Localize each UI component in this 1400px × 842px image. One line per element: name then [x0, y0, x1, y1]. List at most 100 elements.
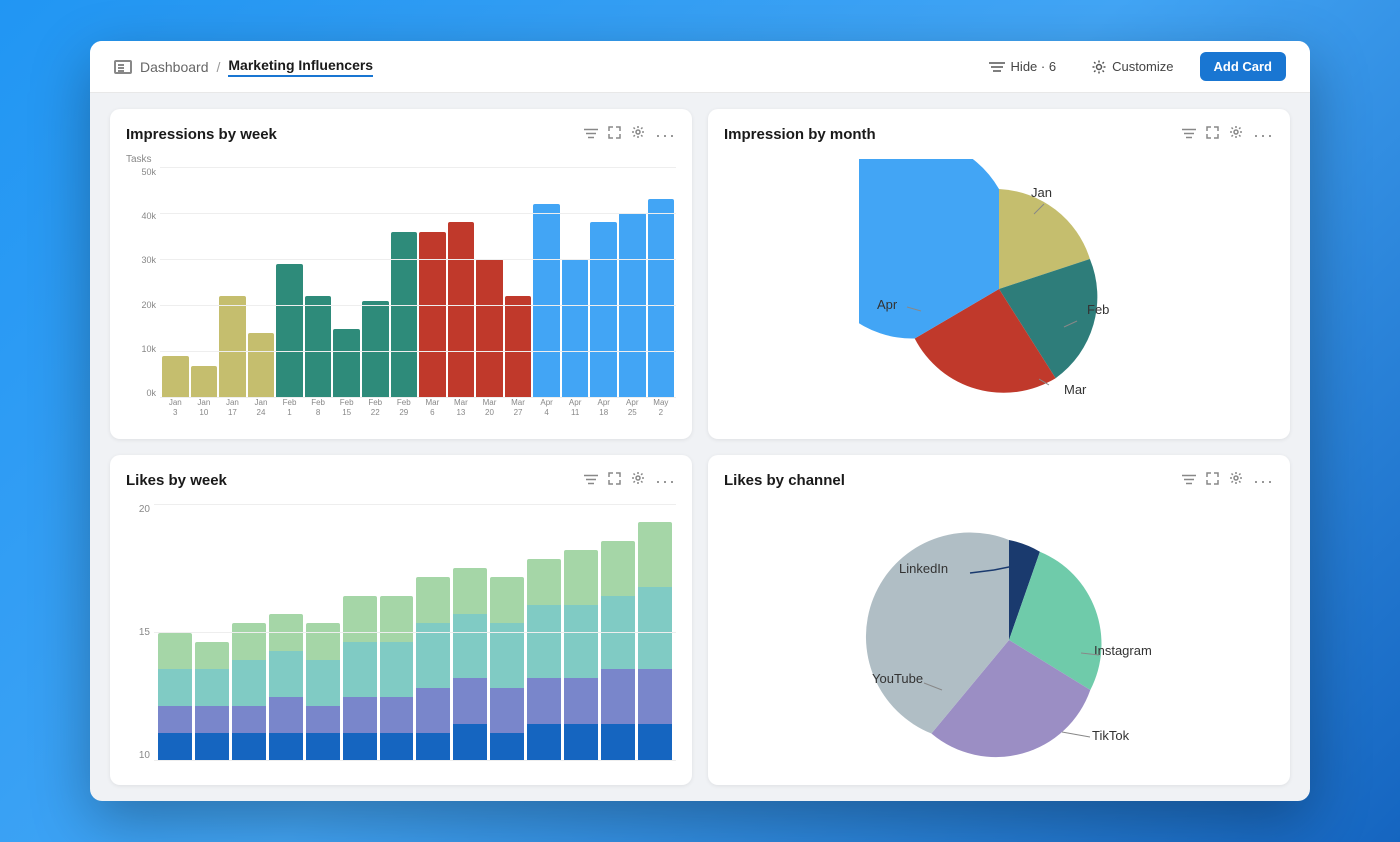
hide-button[interactable]: Hide · 6: [979, 53, 1067, 80]
stacked-segment: [380, 697, 414, 734]
stacked-segment: [490, 733, 524, 761]
stacked-segment: [416, 623, 450, 687]
bar: [191, 366, 218, 398]
stacked-segment: [490, 577, 524, 623]
stacked-bar: [380, 504, 414, 761]
stacked-segment: [380, 733, 414, 761]
card-header: Impressions by week ···: [126, 125, 676, 144]
bar: [619, 213, 646, 398]
stacked-segment: [527, 724, 561, 761]
customize-button[interactable]: Customize: [1082, 53, 1183, 80]
card-header: Likes by channel ···: [724, 471, 1274, 490]
expand-icon[interactable]: [1206, 472, 1219, 490]
x-label: Jan 24: [248, 398, 275, 420]
stacked-bar: [564, 504, 598, 761]
more-icon[interactable]: ···: [1253, 126, 1274, 144]
breadcrumb: Dashboard / Marketing Influencers: [114, 57, 373, 77]
card-header: Impression by month ···: [724, 125, 1274, 144]
stacked-segment: [269, 733, 303, 761]
bar: [419, 232, 446, 398]
stacked-segment: [343, 642, 377, 697]
settings-icon[interactable]: [1229, 471, 1243, 490]
breadcrumb-parent[interactable]: Dashboard: [140, 59, 209, 75]
svg-text:Apr: Apr: [877, 297, 898, 312]
more-icon[interactable]: ···: [1253, 472, 1274, 490]
x-label: Mar 27: [505, 398, 532, 420]
filter-icon[interactable]: [1182, 126, 1196, 144]
settings-icon[interactable]: [631, 125, 645, 144]
bar: [362, 301, 389, 398]
more-icon[interactable]: ···: [655, 472, 676, 490]
settings-icon[interactable]: [1229, 125, 1243, 144]
settings-icon[interactable]: [631, 471, 645, 490]
stacked-bar: [527, 504, 561, 761]
bar: [505, 296, 532, 398]
x-label: Apr 18: [590, 398, 617, 420]
stacked-segment: [343, 596, 377, 642]
stacked-segment: [306, 660, 340, 706]
stacked-segment: [195, 669, 229, 706]
card-actions: ···: [1182, 125, 1274, 144]
svg-text:LinkedIn: LinkedIn: [899, 561, 948, 576]
stacked-bar: [232, 504, 266, 761]
stacked-segment: [453, 678, 487, 724]
stacked-segment: [232, 660, 266, 706]
bar: [333, 329, 360, 398]
expand-icon[interactable]: [608, 472, 621, 490]
stacked-segment: [158, 733, 192, 761]
stacked-segment: [490, 688, 524, 734]
card-header: Likes by week ···: [126, 471, 676, 490]
stacked-segment: [232, 733, 266, 761]
impressions-week-card: Impressions by week ··· Tasks: [110, 109, 692, 439]
gear-icon: [1092, 60, 1106, 74]
bar: [476, 259, 503, 398]
card-actions: ···: [584, 471, 676, 490]
likes-channel-chart: LinkedIn Instagram TikTok YouTube: [724, 500, 1274, 769]
stacked-segment: [638, 724, 672, 761]
x-label: Feb 1: [276, 398, 303, 420]
x-label: Feb 22: [362, 398, 389, 420]
bar: [448, 222, 475, 398]
x-label: Apr 25: [619, 398, 646, 420]
bar: [305, 296, 332, 398]
bar: [391, 232, 418, 398]
stacked-bar: [158, 504, 192, 761]
x-label: Mar 20: [476, 398, 503, 420]
filter-icon[interactable]: [1182, 472, 1196, 490]
stacked-segment: [601, 541, 635, 596]
stacked-segment: [343, 697, 377, 734]
hide-label: Hide · 6: [1011, 59, 1057, 74]
stacked-segment: [306, 623, 340, 660]
stacked-segment: [343, 733, 377, 761]
svg-text:YouTube: YouTube: [872, 671, 923, 686]
stacked-segment: [638, 522, 672, 586]
stacked-bar: [416, 504, 450, 761]
card-title: Likes by channel: [724, 472, 845, 489]
more-icon[interactable]: ···: [655, 126, 676, 144]
stacked-segment: [453, 614, 487, 678]
x-label: Feb 8: [305, 398, 332, 420]
breadcrumb-separator: /: [217, 59, 221, 75]
stacked-segment: [232, 706, 266, 734]
stacked-segment: [527, 559, 561, 605]
stacked-segment: [564, 678, 598, 724]
add-card-button[interactable]: Add Card: [1200, 52, 1287, 81]
impressions-month-card: Impression by month ···: [708, 109, 1290, 439]
bar: [219, 296, 246, 398]
stacked-bar: [195, 504, 229, 761]
expand-icon[interactable]: [1206, 126, 1219, 144]
stacked-segment: [564, 605, 598, 678]
pie-chart: Jan Feb Mar Apr: [859, 159, 1139, 419]
filter-icon[interactable]: [584, 126, 598, 144]
impressions-month-chart: Jan Feb Mar Apr: [724, 154, 1274, 423]
impressions-week-chart: Tasks 0k 10k 20k 30k 40k 50k: [126, 154, 676, 423]
card-title: Likes by week: [126, 472, 227, 489]
filter-icon[interactable]: [584, 472, 598, 490]
x-label: Mar 13: [448, 398, 475, 420]
dashboard-grid: Impressions by week ··· Tasks: [90, 93, 1310, 801]
stacked-segment: [638, 669, 672, 724]
likes-channel-card: Likes by channel ···: [708, 455, 1290, 785]
expand-icon[interactable]: [608, 126, 621, 144]
stacked-bar: [453, 504, 487, 761]
stacked-segment: [195, 706, 229, 734]
